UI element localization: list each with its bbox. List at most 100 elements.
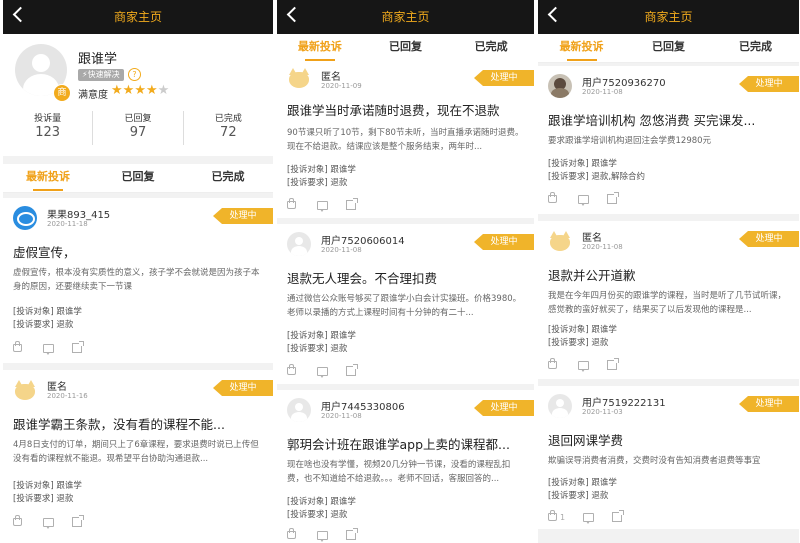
share-icon (612, 510, 625, 522)
tab-replied[interactable]: 已回复 (625, 34, 712, 62)
complaint-date: 2020-11-18 (47, 220, 88, 228)
comment-button[interactable] (578, 194, 589, 206)
user-avatar (13, 378, 37, 402)
star-icon: ★ (145, 83, 158, 98)
help-icon[interactable]: ? (128, 68, 141, 81)
rating-stars: ★★★★★ (111, 83, 169, 98)
thumbs-up-icon (287, 198, 296, 209)
complaint-date: 2020-11-08 (582, 88, 623, 96)
thumbs-up-icon (287, 364, 296, 375)
complaint-card[interactable]: 用户7520606014 2020-11-08 处理中 退款无人理会。不合理扣费… (277, 224, 534, 384)
like-button[interactable] (287, 198, 299, 209)
complaint-title[interactable]: 退回网课学费 (548, 430, 791, 449)
share-button[interactable] (346, 528, 358, 540)
user-avatar (548, 74, 572, 98)
complaint-card[interactable]: 用户7445330806 2020-11-08 处理中 郭玥会计班在跟谁学app… (277, 390, 534, 543)
comment-button[interactable] (43, 343, 54, 355)
tab-replied[interactable]: 已回复 (93, 164, 183, 192)
like-button[interactable] (287, 364, 299, 375)
complaint-description: 我是在今年四月份买的跟谁学的课程，当时是听了几节试听课，感觉教的蛮好就买了，结果… (548, 291, 787, 315)
tab-latest[interactable]: 最新投诉 (538, 34, 625, 62)
status-badge: 处理中 (739, 231, 799, 247)
tab-completed[interactable]: 已完成 (183, 164, 273, 192)
complaint-request: [投诉要求] 退款,解除合约 (548, 172, 646, 182)
user-name: 用户7519222131 (582, 398, 666, 409)
share-button[interactable] (346, 364, 358, 376)
share-button[interactable] (607, 358, 619, 370)
share-button[interactable] (607, 192, 619, 204)
like-button[interactable] (287, 528, 299, 539)
like-button[interactable]: 1 (548, 510, 565, 522)
complaint-title[interactable]: 跟谁学培训机构 忽悠消费 买完课发... (548, 110, 791, 129)
like-button[interactable] (13, 341, 25, 352)
complaint-title[interactable]: 郭玥会计班在跟谁学app上卖的课程都... (287, 434, 526, 453)
comment-icon (317, 530, 328, 542)
comment-icon (317, 200, 328, 212)
complaint-card[interactable]: 匿名 2020-11-08 处理中 退款并公开道歉 我是在今年四月份买的跟谁学的… (538, 221, 799, 379)
stat-completed[interactable]: 已完成 72 (184, 111, 273, 145)
status-badge: 处理中 (739, 76, 799, 92)
card-actions (13, 515, 100, 529)
complaint-card[interactable]: 匿名 2020-11-16 处理中 跟谁学霸王条款，没有看的课程不能... 4月… (3, 370, 273, 543)
comment-button[interactable] (317, 200, 328, 212)
share-icon (346, 198, 358, 210)
complaint-date: 2020-11-08 (321, 246, 362, 254)
share-button[interactable] (612, 510, 625, 522)
star-icon: ★ (134, 83, 146, 98)
tab-completed[interactable]: 已完成 (448, 34, 534, 62)
page-title: 商家主页 (644, 10, 693, 24)
comment-button[interactable] (317, 530, 328, 542)
tab-latest[interactable]: 最新投诉 (3, 164, 93, 192)
share-button[interactable] (346, 198, 358, 210)
complaint-date: 2020-11-08 (582, 243, 623, 251)
complaint-card[interactable]: 匿名 2020-11-09 处理中 跟谁学当时承诺随时退费，现在不退款 90节课… (277, 62, 534, 218)
complaint-title[interactable]: 跟谁学当时承诺随时退费，现在不退款 (287, 100, 526, 119)
merchant-panel-3: 商家主页 最新投诉 已回复 已完成 用户7520936270 2020-11-0… (538, 0, 799, 543)
complaint-tabs: 最新投诉 已回复 已完成 (538, 34, 799, 63)
merchant-panel-1: 商家主页 商 跟谁学 ⚡快速解决 ? 满意度 ★★★★★ 投诉量 123 已回复 9… (3, 0, 273, 543)
tab-replied[interactable]: 已回复 (363, 34, 449, 62)
status-badge: 处理中 (474, 70, 534, 86)
comment-button[interactable] (43, 517, 54, 529)
share-icon (346, 364, 358, 376)
complaint-request: [投诉要求] 退款 (548, 491, 609, 501)
share-icon (346, 528, 358, 540)
tab-latest[interactable]: 最新投诉 (277, 34, 363, 62)
fast-resolve-tag: ⚡快速解决 (78, 69, 124, 81)
complaint-card[interactable]: 用户7519222131 2020-11-03 处理中 退回网课学费 欺骗误导消… (538, 386, 799, 529)
complaint-card[interactable]: 用户7520936270 2020-11-08 处理中 跟谁学培训机构 忽悠消费… (538, 66, 799, 214)
comment-button[interactable] (317, 366, 328, 378)
comment-button[interactable] (578, 360, 589, 372)
tab-completed[interactable]: 已完成 (712, 34, 799, 62)
complaint-card[interactable]: 果果893_415 2020-11-18 处理中 虚假宣传， 虚假宣传，根本没有… (3, 198, 273, 363)
like-button[interactable] (13, 515, 25, 526)
share-icon (72, 341, 84, 353)
complaint-request: [投诉要求] 退款 (287, 178, 348, 188)
comment-icon (43, 517, 54, 529)
complaint-description: 现在啥也没有学懂，视频20几分钟一节课，没看的课程乱扣费，也不知道给不给退款。。… (287, 460, 511, 484)
complaint-title[interactable]: 退款并公开道歉 (548, 265, 791, 284)
like-button[interactable] (548, 358, 560, 369)
comment-icon (43, 343, 54, 355)
comment-button[interactable] (583, 512, 595, 524)
user-name: 用户7520606014 (321, 236, 405, 247)
complaint-target: [投诉对象] 跟谁学 (287, 331, 356, 341)
stat-replied[interactable]: 已回复 97 (93, 111, 184, 145)
complaint-request: [投诉要求] 退款 (548, 338, 609, 348)
status-badge: 处理中 (474, 400, 534, 416)
complaint-title[interactable]: 虚假宣传， (13, 242, 265, 261)
share-button[interactable] (72, 515, 84, 527)
complaint-tabs: 最新投诉 已回复 已完成 (3, 164, 273, 193)
card-actions: 1 (548, 510, 640, 524)
complaint-title[interactable]: 跟谁学霸王条款，没有看的课程不能... (13, 414, 265, 433)
stat-complaints[interactable]: 投诉量 123 (3, 111, 94, 145)
complaint-title[interactable]: 退款无人理会。不合理扣费 (287, 268, 526, 287)
share-button[interactable] (72, 341, 84, 353)
status-badge: 处理中 (213, 208, 273, 224)
star-icon: ★ (111, 83, 123, 98)
share-icon (607, 192, 619, 204)
complaint-target: [投诉对象] 跟谁学 (287, 165, 356, 175)
card-actions (287, 198, 374, 212)
like-button[interactable] (548, 192, 560, 203)
card-actions (548, 192, 635, 206)
